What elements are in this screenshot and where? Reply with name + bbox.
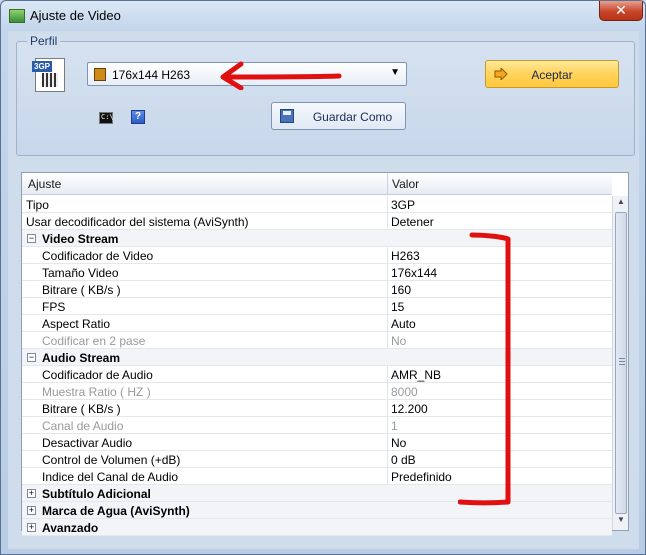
row-separator — [387, 366, 388, 383]
property-value: 1 — [391, 419, 398, 433]
property-value[interactable]: Detener — [391, 215, 434, 229]
property-value[interactable]: Predefinido — [391, 470, 452, 484]
scroll-up-arrow-icon[interactable]: ▲ — [613, 197, 629, 211]
property-name: Desactivar Audio — [42, 436, 133, 450]
property-value[interactable]: AMR_NB — [391, 368, 441, 382]
row-separator — [387, 417, 388, 434]
row-separator — [387, 434, 388, 451]
column-header-value[interactable]: Valor — [392, 177, 419, 191]
scroll-down-arrow-icon[interactable]: ▼ — [613, 515, 629, 529]
property-value[interactable]: 176x144 — [391, 266, 437, 280]
property-name: Codificar en 2 pase — [42, 334, 146, 348]
collapse-icon[interactable]: − — [27, 353, 36, 362]
property-value[interactable]: 3GP — [391, 198, 415, 212]
film-strip-icon — [42, 73, 58, 87]
expand-icon[interactable]: + — [27, 523, 36, 532]
property-name: Indice del Canal de Audio — [42, 470, 179, 484]
red-annotation-bracket — [458, 232, 511, 506]
property-value[interactable]: H263 — [391, 249, 420, 263]
grid-category-row[interactable]: + Avanzado — [22, 519, 612, 536]
save-disk-icon — [280, 109, 294, 123]
category-label: Subtítulo Adicional — [42, 487, 151, 501]
property-grid[interactable]: Ajuste Valor Tipo 3GP Usar decodificador d… — [21, 172, 629, 536]
category-label: Audio Stream — [42, 351, 121, 365]
category-label: Marca de Agua (AviSynth) — [42, 504, 190, 518]
dialog-client-area: Perfil 3GP 176x144 H263 ▼ Aceptar C:\ ? … — [8, 31, 639, 549]
property-name: Codificador de Video — [42, 249, 154, 263]
row-separator — [387, 400, 388, 417]
property-name: FPS — [42, 300, 66, 314]
expand-icon[interactable]: + — [27, 506, 36, 515]
property-name: Tipo — [26, 198, 49, 212]
property-value[interactable]: 160 — [391, 283, 411, 297]
file-icon-tag: 3GP — [32, 61, 53, 72]
row-separator — [387, 298, 388, 315]
row-separator — [387, 264, 388, 281]
profile-dropdown-value: 176x144 H263 — [112, 68, 191, 82]
accept-button[interactable]: Aceptar — [485, 60, 619, 88]
row-separator — [387, 315, 388, 332]
close-button[interactable]: ✕ — [599, 1, 643, 21]
chevron-down-icon[interactable]: ▼ — [390, 67, 400, 78]
cmd-icon[interactable]: C:\ — [99, 112, 114, 124]
vertical-scrollbar[interactable]: ▲ ▼ — [612, 196, 628, 530]
3gp-file-icon: 3GP — [32, 58, 65, 92]
grid-property-row[interactable]: Tipo 3GP — [22, 196, 612, 213]
cmd-icon-text: C:\ — [101, 113, 114, 121]
row-separator — [387, 468, 388, 485]
property-name: Tamaño Video — [42, 266, 119, 280]
property-value: No — [391, 334, 407, 348]
title-bar[interactable]: Ajuste de Video ✕ — [1, 1, 645, 31]
profile-group-label: Perfil — [27, 34, 61, 48]
property-name: Canal de Audio — [42, 419, 124, 433]
row-separator — [387, 196, 388, 213]
dialog-window: Ajuste de Video ✕ Perfil 3GP 176x144 H26… — [0, 0, 646, 555]
property-name: Codificador de Audio — [42, 368, 153, 382]
column-header-setting[interactable]: Ajuste — [28, 177, 61, 191]
save-as-button[interactable]: Guardar Como — [271, 102, 406, 130]
property-name: Bitrare ( KB/s ) — [42, 283, 121, 297]
row-separator — [387, 213, 388, 230]
accept-button-label: Aceptar — [531, 68, 573, 82]
property-value[interactable]: 15 — [391, 300, 404, 314]
property-name: Usar decodificador del sistema (AviSynth… — [26, 215, 249, 229]
row-separator — [387, 247, 388, 264]
row-separator — [387, 332, 388, 349]
property-value[interactable]: 12.200 — [391, 402, 428, 416]
property-value: 8000 — [391, 385, 418, 399]
window-title: Ajuste de Video — [30, 8, 121, 23]
expand-icon[interactable]: + — [27, 489, 36, 498]
property-name: Aspect Ratio — [42, 317, 111, 331]
category-label: Avanzado — [42, 521, 99, 535]
property-value[interactable]: 0 dB — [391, 453, 416, 467]
property-value[interactable]: No — [391, 436, 406, 450]
property-value[interactable]: Auto — [391, 317, 416, 331]
red-annotation-arrow — [220, 61, 342, 90]
property-name: Bitrare ( KB/s ) — [42, 402, 121, 416]
scrollbar-thumb[interactable] — [615, 212, 627, 514]
save-as-button-label: Guardar Como — [312, 110, 393, 124]
window-icon — [9, 9, 25, 23]
scrollbar-grip — [619, 358, 625, 366]
column-separator[interactable] — [387, 173, 388, 195]
property-name: Muestra Ratio ( HZ ) — [42, 385, 151, 399]
profile-groupbox: Perfil 3GP 176x144 H263 ▼ Aceptar C:\ ? … — [16, 34, 635, 156]
property-name: Control de Volumen (+dB) — [42, 453, 181, 467]
collapse-icon[interactable]: − — [27, 234, 36, 243]
help-icon[interactable]: ? — [131, 110, 145, 124]
property-grid-header: Ajuste Valor — [22, 173, 612, 195]
row-separator — [387, 451, 388, 468]
row-separator — [387, 383, 388, 400]
row-separator — [387, 281, 388, 298]
film-icon — [94, 68, 106, 81]
category-label: Video Stream — [42, 232, 119, 246]
